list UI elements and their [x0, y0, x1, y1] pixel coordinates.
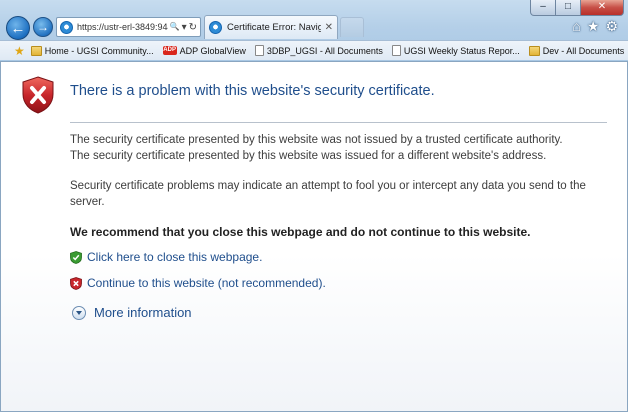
folder-icon — [528, 45, 540, 56]
add-favorites-star-icon[interactable]: ★ — [14, 44, 25, 58]
certificate-explanation: The security certificate presented by th… — [70, 132, 610, 164]
command-icons: ⌂ ★ ⚙ — [572, 18, 618, 35]
forward-arrow-icon: → — [37, 20, 49, 34]
more-information-label[interactable]: More information — [94, 305, 192, 320]
favorite-ugsi-weekly-status[interactable]: UGSI Weekly Status Repor... — [391, 45, 520, 56]
address-bar[interactable]: https://ustr-erl-3849:9443 🔍 ▾ ↻ — [56, 17, 201, 37]
error-shield-icon — [22, 76, 54, 114]
expand-chevron-icon — [72, 305, 86, 320]
window-controls: ‒ □ ✕ — [530, 0, 624, 16]
tab-certificate-error[interactable]: Certificate Error: Navigation... ✕ — [204, 15, 338, 39]
page-title: There is a problem with this website's s… — [70, 83, 435, 99]
favorites-icon[interactable]: ★ — [587, 18, 600, 35]
favorite-label: Home - UGSI Community... — [44, 45, 154, 56]
forward-button[interactable]: → — [33, 17, 53, 37]
favorite-adp-globalview[interactable]: ADP ADP GlobalView — [162, 45, 246, 56]
favorites-bar: ★ Home - UGSI Community... ADP ADP Globa… — [0, 40, 628, 60]
close-webpage-label[interactable]: Click here to close this webpage. — [87, 250, 262, 264]
refresh-icon[interactable]: ↻ — [189, 22, 197, 33]
back-arrow-icon: ← — [10, 19, 26, 37]
tab-title: Certificate Error: Navigation... — [227, 22, 321, 33]
address-input[interactable]: https://ustr-erl-3849:9443 — [77, 22, 168, 32]
page-content: There is a problem with this website's s… — [0, 62, 628, 412]
browser-chrome: ‒ □ ✕ ← → https://ustr-erl-3849:9443 🔍 ▾… — [0, 0, 628, 62]
home-icon[interactable]: ⌂ — [572, 18, 580, 35]
recommendation-text: We recommend that you close this webpage… — [70, 225, 531, 239]
continue-to-website-link[interactable]: Continue to this website (not recommende… — [70, 276, 326, 290]
page-icon — [254, 45, 264, 56]
explanation-line-1: The security certificate presented by th… — [70, 134, 563, 146]
minimize-button[interactable]: ‒ — [530, 0, 556, 16]
more-information-toggle[interactable]: More information — [72, 305, 192, 320]
favorite-home-ugsi[interactable]: Home - UGSI Community... — [30, 45, 154, 56]
close-webpage-link[interactable]: Click here to close this webpage. — [70, 250, 262, 264]
continue-to-website-label[interactable]: Continue to this website (not recommende… — [87, 276, 326, 290]
divider — [70, 122, 607, 123]
new-tab-button[interactable] — [340, 17, 364, 37]
favorite-dev-all-documents[interactable]: Dev - All Documents — [528, 45, 625, 56]
folder-icon — [30, 45, 42, 56]
maximize-button[interactable]: □ — [556, 0, 581, 16]
back-button[interactable]: ← — [6, 16, 30, 40]
tab-close-icon[interactable]: ✕ — [325, 22, 333, 33]
favorite-label: ADP GlobalView — [179, 45, 246, 56]
favorite-label: UGSI Weekly Status Repor... — [403, 45, 520, 56]
favorite-label: Dev - All Documents — [542, 45, 625, 56]
search-icon[interactable]: 🔍 — [170, 22, 180, 33]
explanation-line-2: The security certificate presented by th… — [70, 150, 547, 162]
favorite-label: 3DBP_UGSI - All Documents — [266, 45, 383, 56]
security-warning-text: Security certificate problems may indica… — [70, 180, 586, 208]
dropdown-icon[interactable]: ▾ — [182, 22, 187, 33]
red-shield-icon — [70, 276, 82, 290]
tools-icon[interactable]: ⚙ — [605, 18, 618, 35]
tab-ie-icon — [209, 21, 222, 34]
adp-logo-icon: ADP — [162, 46, 177, 55]
page-icon — [391, 45, 401, 56]
close-window-button[interactable]: ✕ — [581, 0, 624, 16]
ie-page-icon — [60, 20, 73, 34]
favorite-3dbp-ugsi[interactable]: 3DBP_UGSI - All Documents — [254, 45, 383, 56]
green-shield-icon — [70, 250, 82, 264]
